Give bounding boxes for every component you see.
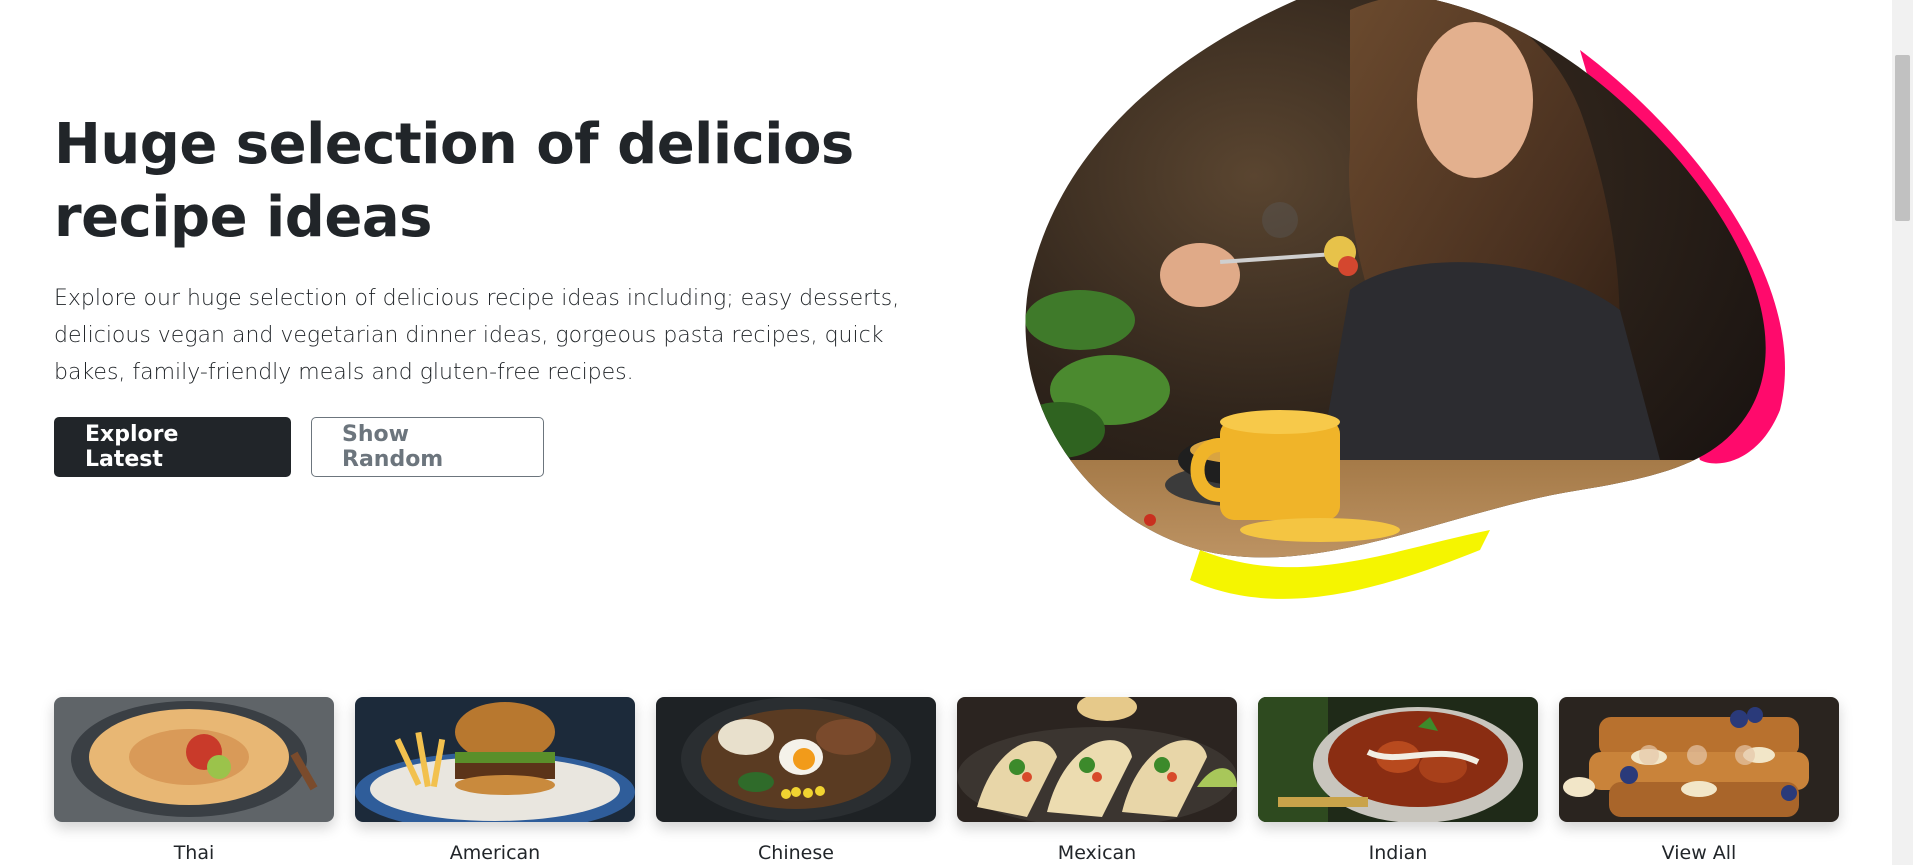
hero-description-line-2: delicious vegan and vegetarian dinner id…: [54, 323, 884, 348]
hero-image: [1020, 0, 1800, 610]
hero-title-line-2: recipe ideas: [54, 185, 432, 250]
thai-image[interactable]: [54, 697, 334, 822]
show-random-button[interactable]: Show Random: [311, 417, 544, 477]
hero-description: Explore our huge selection of delicious …: [54, 280, 934, 391]
category-mexican[interactable]: Mexican: [957, 697, 1237, 864]
hero-title: Huge selection of delicios recipe ideas: [54, 108, 894, 254]
hero-title-line-1: Huge selection of delicios: [54, 112, 854, 177]
indian-image[interactable]: [1258, 697, 1538, 822]
page: Huge selection of delicios recipe ideas …: [0, 0, 1913, 865]
hero-buttons: Explore Latest Show Random: [54, 417, 934, 477]
hero-description-line-3: bakes, family-friendly meals and gluten-…: [54, 360, 634, 385]
category-label[interactable]: Chinese: [758, 842, 834, 864]
hero-section: Huge selection of delicios recipe ideas …: [54, 108, 934, 477]
hero-description-line-1: Explore our huge selection of delicious …: [54, 286, 900, 311]
category-label[interactable]: View All: [1662, 842, 1737, 864]
american-image[interactable]: [355, 697, 635, 822]
scrollbar-thumb[interactable]: [1895, 55, 1910, 221]
category-label[interactable]: Thai: [174, 842, 215, 864]
view-all-image[interactable]: [1559, 697, 1839, 822]
category-chinese[interactable]: Chinese: [656, 697, 936, 864]
category-label[interactable]: American: [450, 842, 540, 864]
chinese-image[interactable]: [656, 697, 936, 822]
category-american[interactable]: American: [355, 697, 635, 864]
category-label[interactable]: Mexican: [1058, 842, 1136, 864]
hero-image-blob: [1025, 0, 1785, 599]
category-view-all[interactable]: View All: [1559, 697, 1839, 864]
mexican-image[interactable]: [957, 697, 1237, 822]
explore-latest-button[interactable]: Explore Latest: [54, 417, 291, 477]
category-indian[interactable]: Indian: [1258, 697, 1538, 864]
page-scrollbar[interactable]: [1892, 0, 1913, 865]
category-thai[interactable]: Thai: [54, 697, 334, 864]
categories-row: Thai American Chinese Mexican Indian Vie…: [54, 697, 1839, 864]
category-label[interactable]: Indian: [1369, 842, 1428, 864]
